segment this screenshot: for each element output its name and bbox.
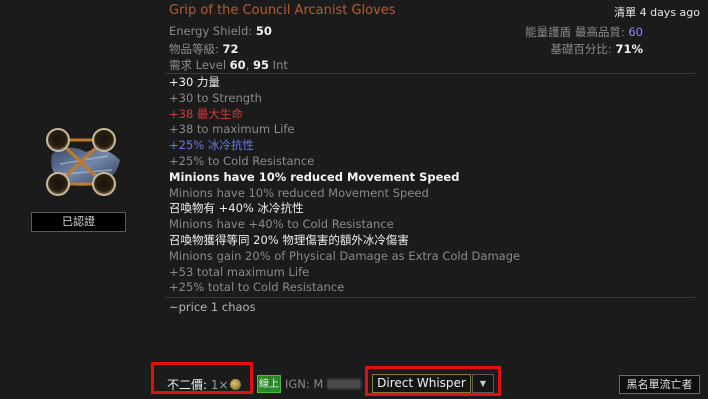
listed-time: 清單 4 days ago: [614, 6, 700, 19]
requires-label: 需求 Level: [169, 58, 227, 72]
requires-int: 95: [253, 58, 270, 72]
item-listing-panel: Grip of the Council Arcanist Gloves 清單 4…: [0, 0, 708, 399]
base-percentile-label: 基礎百分比:: [550, 42, 612, 56]
energy-shield-row: Energy Shield: 50: [169, 24, 272, 38]
item-level-row: 物品等級: 72: [169, 41, 239, 57]
verified-label: 已認證: [31, 212, 126, 232]
price-note: ~price 1 chaos: [169, 300, 256, 314]
energy-shield-label: Energy Shield:: [169, 24, 253, 38]
requires-sep: ,: [245, 58, 250, 72]
seller-ign: IGN: M: [285, 377, 362, 391]
arcanist-gloves-icon[interactable]: [38, 124, 126, 204]
mod-line: Minions have 10% reduced Movement Speed: [169, 185, 429, 200]
ign-redacted: [327, 379, 362, 389]
online-status-badge: 線上: [257, 375, 281, 393]
mod-line: +30 力量: [169, 75, 220, 89]
mod-line: +25% 冰冷抗性: [169, 138, 254, 153]
price-label: 不二價:: [167, 378, 208, 392]
mod-list: +30 力量 +30 to Strength +38 最大生命 +38 to m…: [169, 75, 689, 296]
item-level-value: 72: [222, 42, 239, 56]
chevron-down-icon: ▼: [479, 379, 487, 388]
price-display: 不二價: 1×: [167, 376, 241, 393]
mod-line: +30 to Strength: [169, 90, 262, 105]
max-quality-row: 能量護盾 最高品質: 60: [525, 24, 643, 40]
mod-line: Minions have 10% reduced Movement Speed: [169, 169, 460, 184]
separator: [165, 297, 695, 298]
requires-level: 60: [229, 58, 246, 72]
max-quality-label: 能量護盾 最高品質:: [525, 25, 625, 39]
max-quality-value: 60: [628, 25, 643, 39]
mod-line: +38 to maximum Life: [169, 122, 295, 137]
item-level-label: 物品等級:: [169, 42, 219, 56]
ign-label: IGN: M: [285, 377, 324, 391]
energy-shield-value: 50: [255, 24, 272, 38]
mod-line: Minions have +40% to Cold Resistance: [169, 217, 394, 232]
mod-line: +25% to Cold Resistance: [169, 153, 315, 168]
requires-int-label: Int: [272, 58, 288, 72]
mod-line: Minions gain 20% of Physical Damage as E…: [169, 248, 521, 263]
mod-line: +53 total maximum Life: [169, 264, 310, 279]
mod-line: +25% total to Cold Resistance: [169, 280, 345, 295]
item-name[interactable]: Grip of the Council Arcanist Gloves: [169, 3, 396, 18]
mod-line: 召喚物有 +40% 冰冷抗性: [169, 201, 304, 216]
direct-whisper-button[interactable]: Direct Whisper: [372, 374, 471, 393]
price-amount: 1×: [210, 378, 229, 392]
whisper-dropdown-button[interactable]: ▼: [472, 374, 494, 393]
blacklist-exile-button[interactable]: 黑名單流亡者: [619, 375, 700, 394]
requirements-row: 需求 Level 60, 95 Int: [169, 57, 288, 73]
separator: [165, 73, 695, 74]
mod-line: +38 最大生命: [169, 106, 243, 121]
base-percentile-row: 基礎百分比: 71%: [550, 41, 643, 57]
base-percentile-value: 71%: [615, 42, 643, 56]
mod-line: 召喚物獲得等同 20% 物理傷害的額外冰冷傷害: [169, 232, 409, 247]
chaos-orb-icon: [229, 379, 241, 390]
